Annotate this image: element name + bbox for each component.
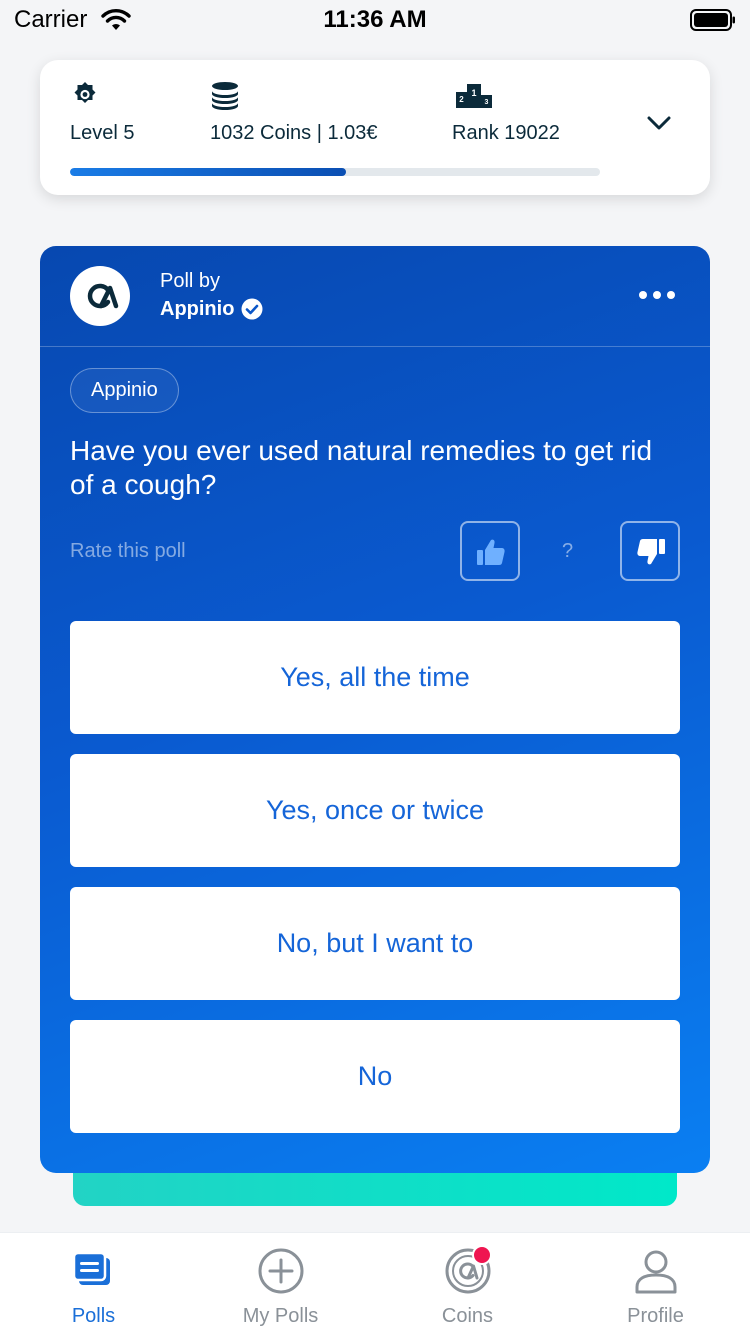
verified-check-icon bbox=[241, 298, 263, 320]
poll-tag-chip[interactable]: Appinio bbox=[70, 368, 179, 413]
tab-profile[interactable]: Profile bbox=[562, 1233, 749, 1334]
clock: 11:36 AM bbox=[323, 6, 427, 33]
battery-icon bbox=[690, 9, 735, 31]
thumbs-down-button[interactable] bbox=[620, 521, 680, 581]
answer-option[interactable]: Yes, once or twice bbox=[70, 754, 680, 867]
appinio-logo-icon bbox=[87, 283, 119, 309]
rating-value: ? bbox=[562, 540, 574, 562]
rate-poll-label: Rate this poll bbox=[70, 540, 186, 562]
coin-stack-icon bbox=[212, 82, 238, 110]
author-name[interactable]: Appinio bbox=[160, 298, 234, 321]
svg-text:2: 2 bbox=[459, 95, 464, 104]
more-dots-icon[interactable] bbox=[638, 286, 676, 304]
author-avatar[interactable] bbox=[70, 266, 130, 326]
answer-option[interactable]: No bbox=[70, 1020, 680, 1133]
tab-polls-label: Polls bbox=[71, 1305, 116, 1327]
tab-my-polls[interactable]: My Polls bbox=[187, 1233, 374, 1334]
poll-by-label: Poll by bbox=[160, 270, 221, 292]
tab-polls[interactable]: Polls bbox=[0, 1233, 187, 1334]
thumbs-up-icon bbox=[477, 539, 505, 565]
podium-icon: 1 2 3 bbox=[456, 84, 492, 108]
tab-coins[interactable]: Coins bbox=[374, 1233, 561, 1334]
add-circle-icon bbox=[258, 1248, 304, 1294]
tab-coins-label: Coins bbox=[441, 1305, 494, 1327]
notification-badge bbox=[472, 1245, 492, 1265]
profile-icon bbox=[635, 1250, 677, 1294]
rank-label: Rank 19022 bbox=[452, 122, 560, 144]
tab-profile-label: Profile bbox=[627, 1305, 684, 1327]
tab-my-polls-label: My Polls bbox=[242, 1305, 319, 1327]
level-progress-bar bbox=[70, 168, 600, 176]
thumbs-down-icon bbox=[637, 539, 665, 565]
svg-text:3: 3 bbox=[485, 99, 489, 106]
svg-text:1: 1 bbox=[471, 88, 476, 98]
gear-badge-icon bbox=[74, 82, 96, 103]
level-label: Level 5 bbox=[70, 122, 135, 144]
poll-header: Poll by Appinio bbox=[40, 246, 710, 347]
user-stats-card: Level 5 1032 Coins | 1.03€ 1 2 3 Rank 19… bbox=[40, 60, 710, 195]
answer-option[interactable]: No, but I want to bbox=[70, 887, 680, 1000]
tab-bar: Polls My Polls Coins Profile bbox=[0, 1232, 750, 1334]
status-bar: Carrier 11:36 AM bbox=[0, 0, 750, 40]
polls-icon bbox=[72, 1251, 110, 1285]
thumbs-up-button[interactable] bbox=[460, 521, 520, 581]
coins-label: 1032 Coins | 1.03€ bbox=[210, 122, 378, 144]
answer-option[interactable]: Yes, all the time bbox=[70, 621, 680, 734]
poll-question: Have you ever used natural remedies to g… bbox=[70, 435, 653, 500]
chevron-down-icon[interactable] bbox=[644, 108, 674, 138]
level-progress-fill bbox=[70, 168, 346, 176]
poll-card: Poll by Appinio Appinio Have you ever us… bbox=[40, 246, 710, 1173]
